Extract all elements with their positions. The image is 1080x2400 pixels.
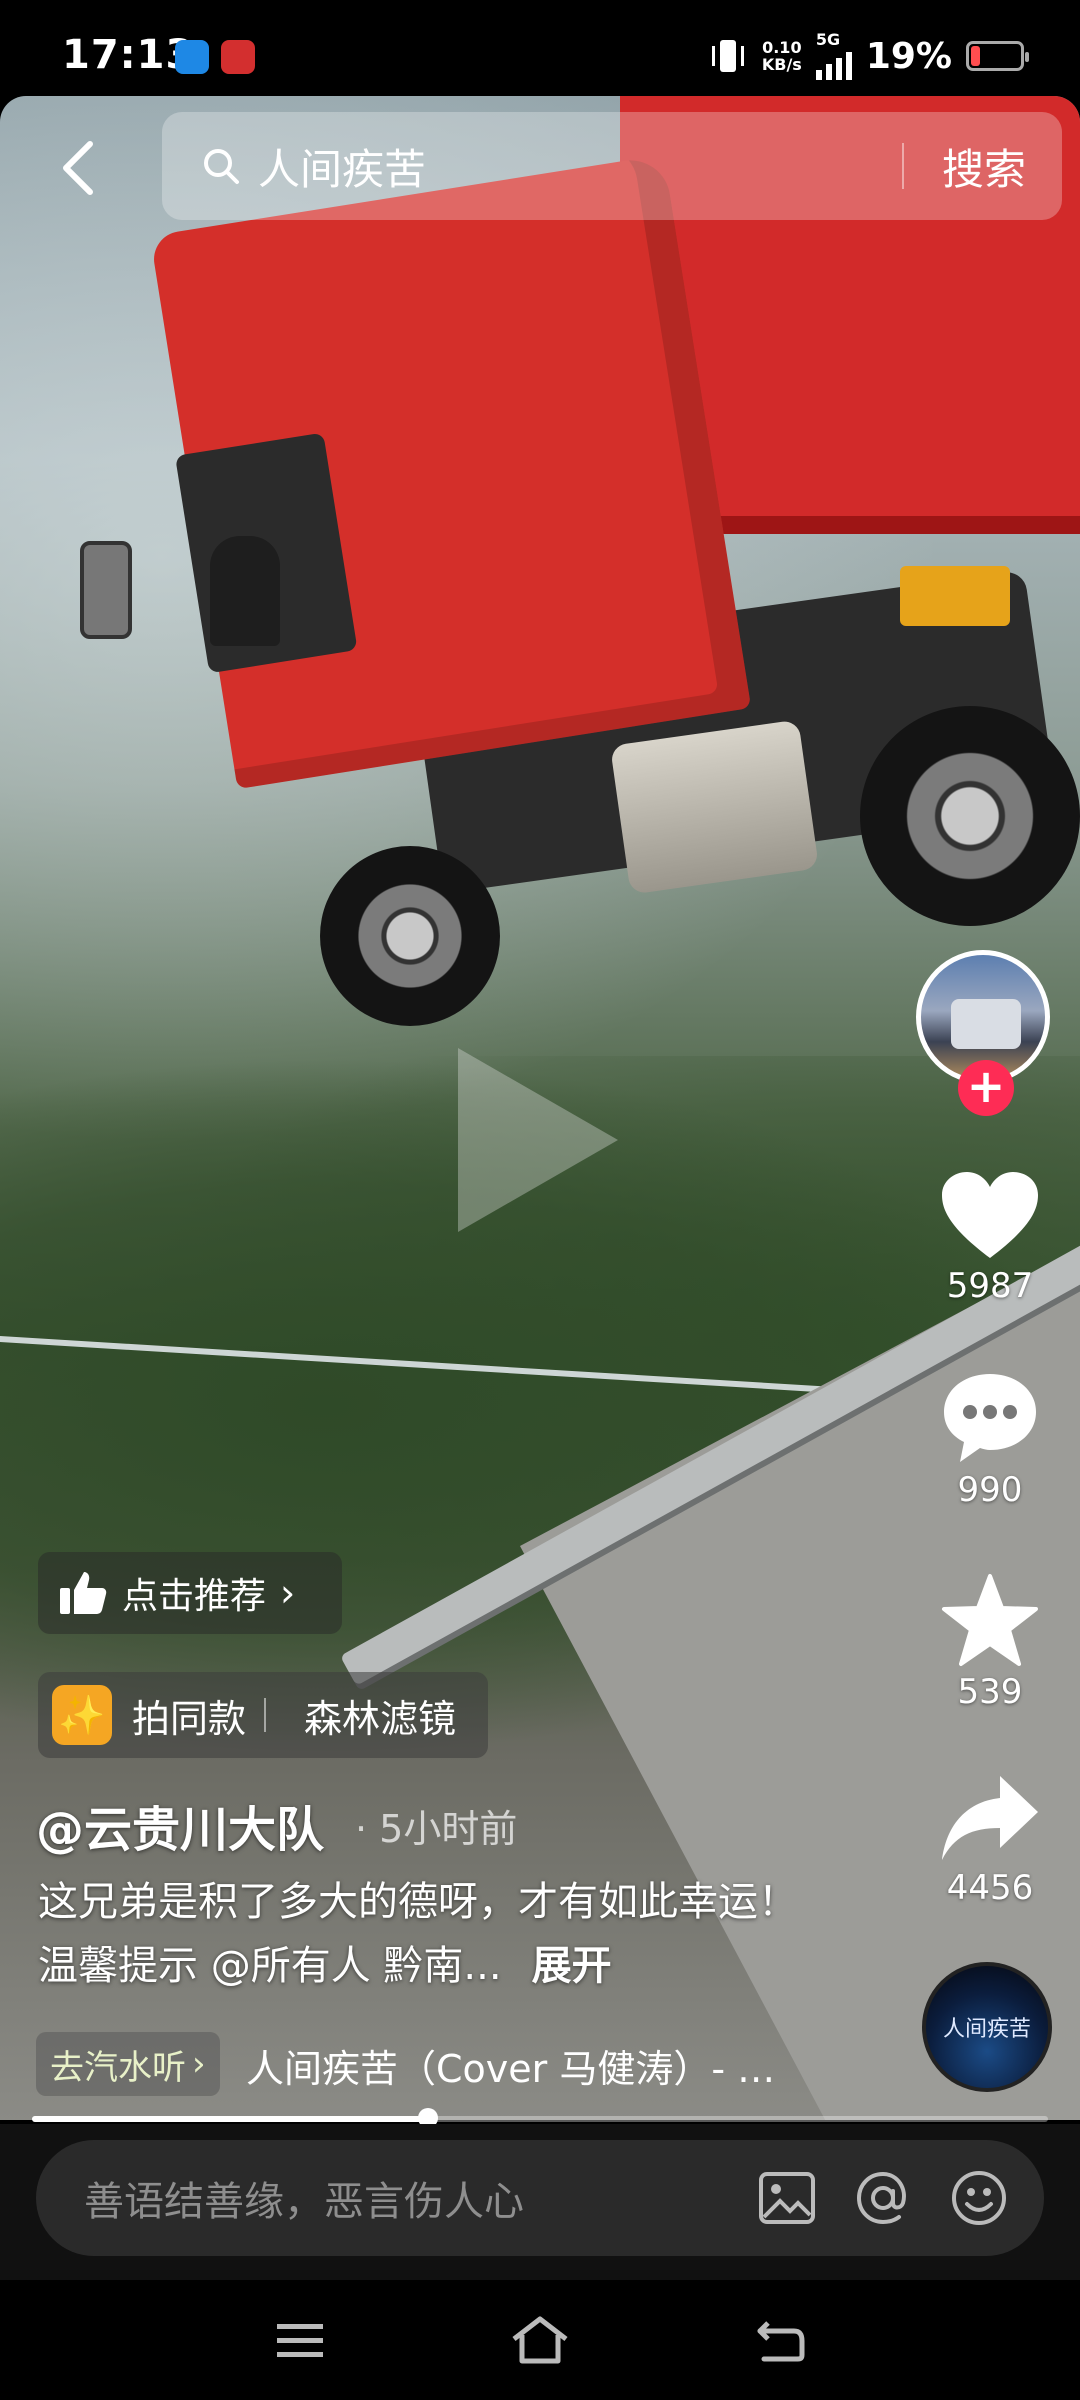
- shoot-same-label[interactable]: 拍同款: [132, 1688, 246, 1743]
- status-indicators: 0.10 KB/s 5G 19%: [708, 30, 1029, 80]
- star-icon: [942, 1574, 1038, 1666]
- truck-yellow-part: [900, 566, 1010, 626]
- front-wheel: [320, 846, 500, 1026]
- music-title[interactable]: 人间疾苦（Cover 马健涛）- …: [246, 2038, 806, 2093]
- music-tag-label: 去汽水听: [50, 2047, 186, 2088]
- search-button[interactable]: 搜索: [904, 136, 1062, 197]
- progress-fill: [32, 2116, 429, 2122]
- author-name[interactable]: @云贵川大队: [36, 1790, 324, 1860]
- share-icon: [942, 1776, 1038, 1860]
- image-icon[interactable]: [756, 2167, 818, 2229]
- rear-wheel: [860, 706, 1080, 926]
- comment-icon: [944, 1374, 1036, 1462]
- share-button[interactable]: 4456: [930, 1772, 1050, 1908]
- menu-icon: [277, 2324, 323, 2357]
- heart-icon: [942, 1172, 1038, 1258]
- recommend-button[interactable]: 点击推荐 ›: [38, 1552, 342, 1634]
- post-time: · 5小时前: [355, 1807, 518, 1851]
- comment-count: 990: [957, 1470, 1023, 1510]
- truck-mirror: [80, 541, 132, 639]
- signal-icon: [815, 48, 852, 80]
- back-button[interactable]: [58, 138, 98, 198]
- video-description[interactable]: 这兄弟是积了多大的德呀，才有如此幸运！ 温馨提示 @所有人 黔南... 展开: [38, 1870, 828, 1998]
- battery-icon: [966, 41, 1029, 71]
- filter-pill[interactable]: ✨ 拍同款 森林滤镜: [38, 1672, 488, 1758]
- fuel-tank: [610, 719, 820, 895]
- share-count: 4456: [946, 1868, 1034, 1908]
- network-type: 5G: [815, 30, 841, 49]
- mention-icon[interactable]: [852, 2167, 914, 2229]
- home-icon: [512, 2316, 568, 2364]
- favorite-count: 539: [957, 1672, 1023, 1712]
- favorite-button[interactable]: 539: [930, 1572, 1050, 1712]
- thumbs-up-icon: [60, 1572, 107, 1614]
- network-speed: 0.10 KB/s: [761, 38, 802, 74]
- play-icon[interactable]: [458, 1048, 618, 1232]
- emoji-icon[interactable]: [948, 2167, 1010, 2229]
- bank-notification-icon: [221, 40, 255, 74]
- app-notification-icon: [175, 40, 209, 74]
- follow-button[interactable]: +: [958, 1060, 1014, 1116]
- music-app-tag[interactable]: 去汽水听 ›: [36, 2032, 220, 2096]
- search-input[interactable]: 人间疾苦: [258, 136, 902, 197]
- comment-input[interactable]: 善语结善缘，恶言伤人心: [36, 2140, 1044, 2256]
- recommend-label: 点击推荐: [122, 1576, 267, 1617]
- battery-percent: 19%: [865, 35, 952, 77]
- chevron-right-icon: ›: [280, 1571, 296, 1615]
- like-button[interactable]: 5987: [930, 1170, 1050, 1306]
- home-button[interactable]: [505, 2305, 575, 2375]
- chevron-right-icon: ›: [192, 2044, 206, 2084]
- music-disc[interactable]: 人间疾苦: [922, 1962, 1052, 2092]
- search-bar[interactable]: 人间疾苦 搜索: [162, 112, 1062, 220]
- expand-button[interactable]: 展开: [532, 1943, 612, 1989]
- vibrate-icon: [711, 40, 744, 72]
- comment-placeholder: 善语结善缘，恶言伤人心: [84, 2179, 524, 2225]
- menu-button[interactable]: [265, 2305, 335, 2375]
- disc-label: 人间疾苦: [942, 2017, 1031, 2042]
- pill-divider: [264, 1698, 267, 1732]
- comment-button[interactable]: 990: [930, 1370, 1050, 1510]
- driver: [210, 536, 280, 646]
- back-arrow-icon: [63, 141, 93, 195]
- back-nav-icon: [757, 2321, 805, 2362]
- like-count: 5987: [946, 1266, 1034, 1306]
- search-icon: [204, 149, 239, 184]
- sparkle-icon: ✨: [52, 1685, 112, 1745]
- description-text: 这兄弟是积了多大的德呀，才有如此幸运！ 温馨提示 @所有人 黔南...: [38, 1879, 798, 1989]
- filter-label[interactable]: 森林滤镜: [304, 1688, 456, 1743]
- back-nav-button[interactable]: [745, 2305, 815, 2375]
